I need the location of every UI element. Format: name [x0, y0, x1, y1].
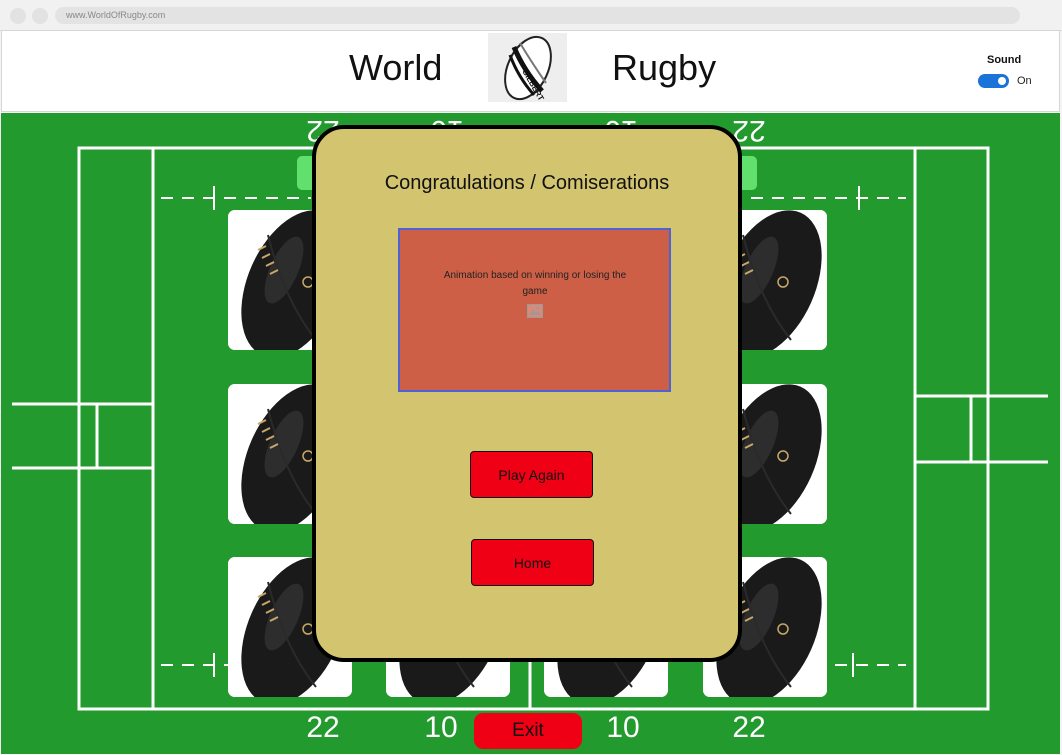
- title-world: World: [349, 47, 443, 88]
- window-control-dot[interactable]: [32, 8, 48, 24]
- title-rugby: Rugby: [612, 47, 717, 88]
- address-bar[interactable]: www.WorldOfRugby.com: [55, 7, 1020, 24]
- result-animation-placeholder: Animation based on winning or losing the…: [398, 228, 671, 392]
- result-modal: Congratulations / Comiserations Animatio…: [312, 125, 742, 662]
- exit-button[interactable]: Exit: [474, 713, 582, 749]
- animation-caption: Animation based on winning or losing the…: [443, 270, 627, 297]
- sound-label: Sound: [987, 54, 1022, 66]
- sound-state-text: On: [1017, 75, 1032, 87]
- bottom-number: 10: [606, 711, 639, 744]
- url-text: www.WorldOfRugby.com: [66, 10, 166, 20]
- window-control-dot[interactable]: [10, 8, 26, 24]
- bottom-number: 22: [732, 711, 765, 744]
- modal-title: Congratulations / Comiserations: [384, 172, 670, 194]
- toggle-knob: [998, 77, 1006, 85]
- image-placeholder-icon: [527, 304, 543, 318]
- gilbert-ball-logo: GILBERT: [488, 33, 567, 103]
- bottom-number: 10: [424, 711, 457, 744]
- sound-toggle[interactable]: [978, 74, 1009, 88]
- home-button[interactable]: Home: [471, 539, 594, 586]
- play-again-button[interactable]: Play Again: [470, 451, 593, 498]
- bottom-number: 22: [306, 711, 339, 744]
- browser-chrome: www.WorldOfRugby.com: [0, 0, 1062, 31]
